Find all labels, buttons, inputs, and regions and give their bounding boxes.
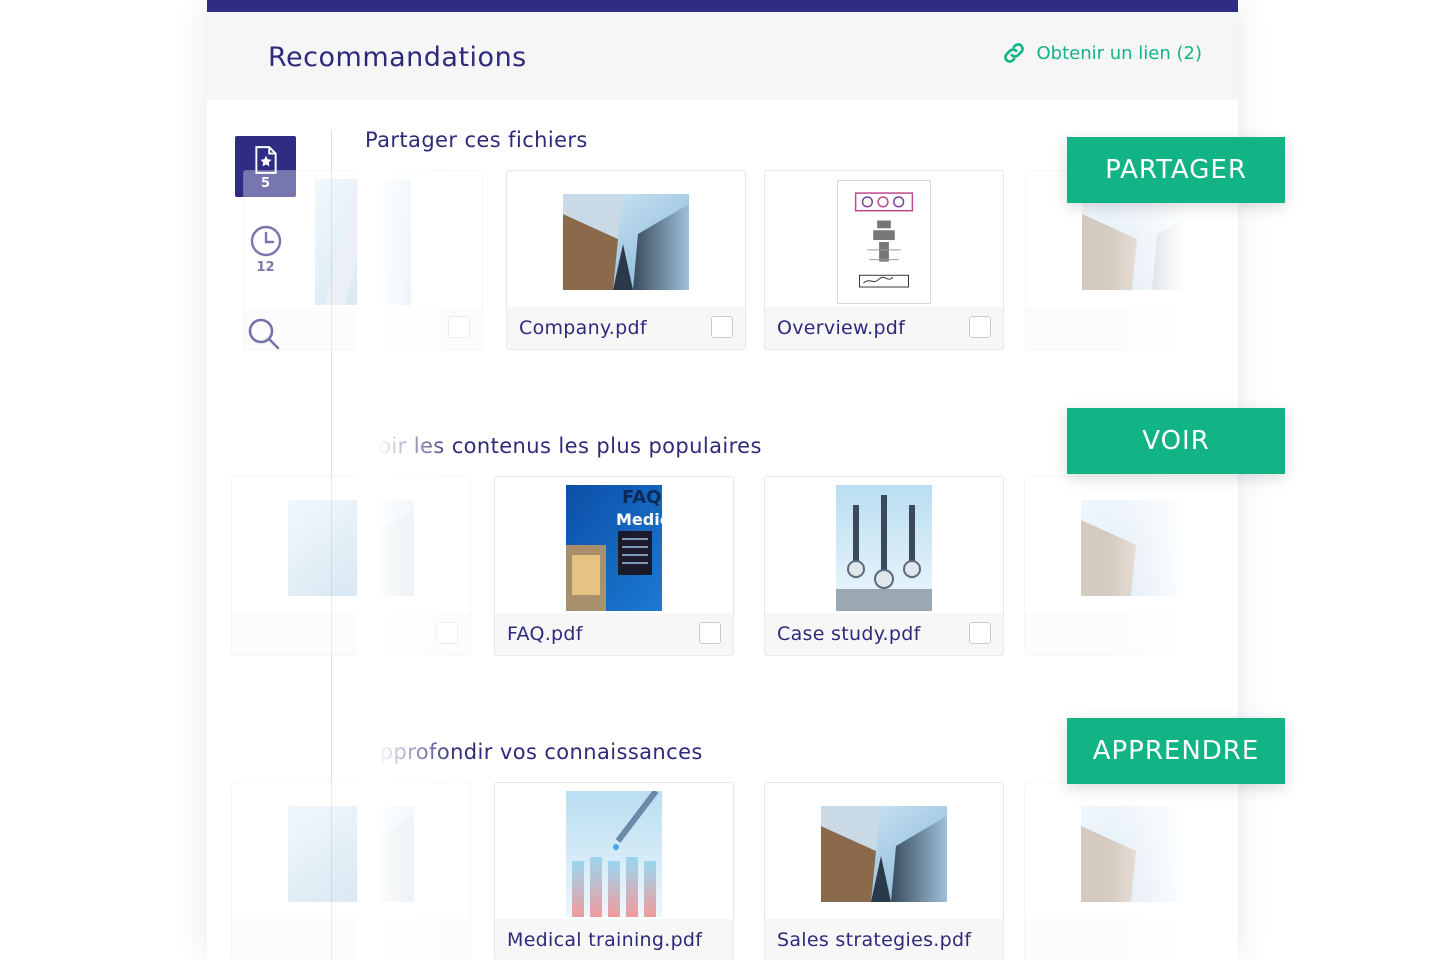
- link-icon: [1003, 43, 1024, 63]
- file-card-overview[interactable]: Overview.pdf: [764, 170, 1004, 350]
- file-card-medical-training[interactable]: Medical training.pdf: [494, 782, 734, 960]
- file-name: Company.pdf: [519, 317, 647, 339]
- file-thumbnail: [566, 791, 662, 917]
- share-tag: PARTAGER: [1067, 137, 1285, 203]
- file-thumbnail: [563, 194, 689, 290]
- file-thumbnail: [821, 806, 947, 902]
- file-thumbnail: [837, 180, 931, 304]
- top-accent-bar: [207, 0, 1238, 12]
- file-card-company[interactable]: Company.pdf: [506, 170, 746, 350]
- section-title-share: Partager ces fichiers: [365, 128, 588, 152]
- page-title: Recommandations: [268, 42, 527, 73]
- get-link-button[interactable]: Obtenir un lien (2): [1001, 40, 1203, 66]
- file-name: Overview.pdf: [777, 317, 906, 339]
- carousel-fade-left: [357, 160, 457, 960]
- file-name: Medical training.pdf: [507, 929, 703, 951]
- file-name: FAQ.pdf: [507, 623, 583, 645]
- panel-header: Recommandations Obtenir un lien (2): [207, 12, 1238, 100]
- svg-text:FAQ: FAQ: [622, 487, 661, 508]
- view-tag: VOIR: [1067, 408, 1285, 474]
- file-checkbox[interactable]: [969, 622, 991, 644]
- carousel-fade-right: [1108, 160, 1238, 960]
- file-card-faq[interactable]: Medic FAQ FAQ.pdf: [494, 476, 734, 656]
- learn-tag: APPRENDRE: [1067, 718, 1285, 784]
- file-name: Sales strategies.pdf: [777, 929, 972, 951]
- file-thumbnail: [836, 485, 932, 611]
- file-name: Case study.pdf: [777, 623, 921, 645]
- file-checkbox[interactable]: [699, 622, 721, 644]
- file-card-sales-strategies[interactable]: Sales strategies.pdf: [764, 782, 1004, 960]
- file-thumbnail: Medic FAQ: [566, 485, 662, 611]
- get-link-label: Obtenir un lien (2): [1036, 42, 1203, 64]
- file-checkbox[interactable]: [969, 316, 991, 338]
- file-checkbox[interactable]: [711, 316, 733, 338]
- file-card-case-study[interactable]: Case study.pdf: [764, 476, 1004, 656]
- svg-text:Medic: Medic: [616, 510, 662, 529]
